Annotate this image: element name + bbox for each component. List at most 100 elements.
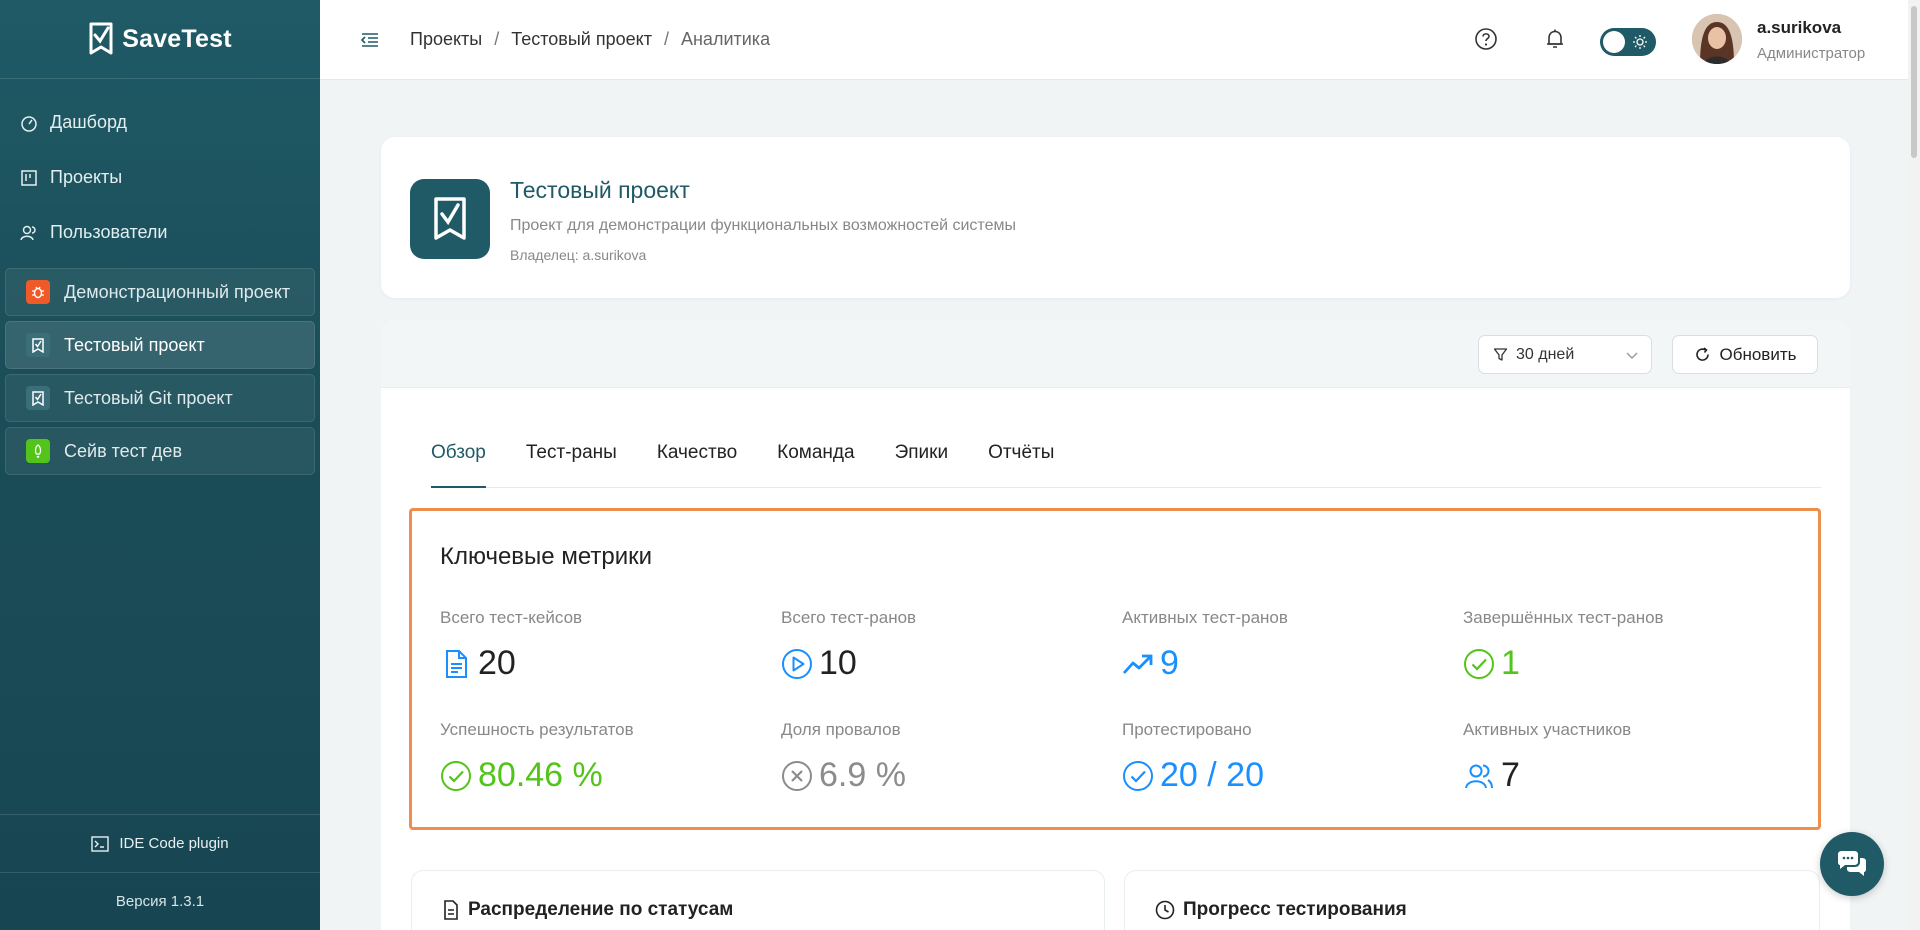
period-select[interactable]: 30 дней [1478,335,1652,374]
project-list: Демонстрационный проект Тестовый проект … [0,268,320,475]
breadcrumb: Проекты / Тестовый проект / Аналитика [410,29,770,50]
top-header: Проекты / Тестовый проект / Аналитика a.… [320,0,1920,80]
clock-icon [1155,900,1175,920]
sidebar-project-git[interactable]: Тестовый Git проект [5,374,315,422]
project-header-card: Тестовый проект Проект для демонстрации … [381,137,1850,298]
ide-plugin-link[interactable]: IDE Code plugin [0,814,320,872]
refresh-label: Обновить [1719,344,1797,364]
rocket-icon [26,439,50,463]
brand-name: SaveTest [122,24,232,53]
team-icon [1465,764,1493,788]
close-circle-icon [782,760,812,791]
metric-value: 20 / 20 [1160,756,1264,794]
sidebar-footer: IDE Code plugin Версия 1.3.1 [0,814,320,930]
savetest-project-icon [26,333,50,357]
brand-logo[interactable]: SaveTest [0,0,320,79]
tab-overview[interactable]: Обзор [431,420,486,488]
tab-quality[interactable]: Качество [657,420,737,488]
metric-value: 20 [478,644,516,682]
nav-item-users[interactable]: Пользователи [0,205,320,260]
nav-item-label: Пользователи [50,222,168,242]
user-photo-icon [1692,14,1742,64]
metric-value: 7 [1501,756,1520,794]
breadcrumb-current: Аналитика [680,29,771,49]
metric-success-rate: Успешность результатов 80.46 % [440,720,760,795]
page-scrollbar[interactable] [1908,0,1920,930]
metric-total-test-cases: Всего тест-кейсов 20 [440,608,760,683]
nav-item-label: Проекты [50,167,123,187]
chevron-down-icon [1626,352,1638,359]
metric-active-members: Активных участников 7 [1463,720,1783,795]
metric-value: 1 [1501,644,1520,682]
nav-item-dashboard[interactable]: Дашборд [0,95,320,150]
metric-value: 9 [1160,644,1179,682]
metric-label: Протестировано [1122,720,1252,739]
metric-value: 10 [819,644,857,682]
tab-test-runs[interactable]: Тест-раны [526,420,617,488]
breadcrumb-project[interactable]: Тестовый проект [511,29,652,50]
breadcrumb-projects[interactable]: Проекты [410,29,482,50]
filter-icon [1493,348,1508,361]
chat-icon [1838,851,1866,876]
card-title: Распределение по статусам [468,899,734,920]
project-label: Тестовый проект [64,334,205,355]
app-version: Версия 1.3.1 [0,872,320,930]
metric-completed-test-runs: Завершённых тест-ранов 1 [1463,608,1783,683]
metric-value: 80.46 % [478,756,603,794]
refresh-button[interactable]: Обновить [1672,335,1818,374]
key-metrics-panel: Ключевые метрики Всего тест-кейсов 20 Вс… [409,508,1821,830]
metric-label: Активных участников [1463,720,1632,739]
period-value: 30 дней [1516,345,1575,363]
metric-label: Всего тест-кейсов [440,608,583,627]
project-title: Тестовый проект [510,177,690,203]
theme-toggle[interactable] [1600,28,1656,56]
terminal-icon [91,835,110,852]
toggle-knob [1603,31,1625,53]
chat-button[interactable] [1820,832,1884,896]
nav-item-projects[interactable]: Проекты [0,150,320,205]
check-circle-icon [441,760,471,791]
user-name[interactable]: a.surikova [1757,18,1841,38]
metric-label: Всего тест-ранов [781,608,917,627]
analytics-card: 30 дней Обновить Обзор Тест-раны Качеств… [381,320,1850,930]
metric-label: Завершённых тест-ранов [1463,608,1664,627]
avatar[interactable] [1692,14,1742,64]
metric-value: 6.9 % [819,756,906,794]
card-title: Прогресс тестирования [1183,899,1407,920]
project-owner: Владелец: a.surikova [510,247,647,263]
projects-icon [21,169,37,186]
sidebar-project-demo[interactable]: Демонстрационный проект [5,268,315,316]
metric-label: Активных тест-ранов [1122,608,1288,627]
users-icon [20,225,36,240]
reload-icon [1695,347,1709,361]
analytics-toolbar: 30 дней Обновить [381,320,1850,388]
file-icon [444,900,458,920]
help-icon[interactable] [1473,26,1499,52]
project-label: Демонстрационный проект [64,281,291,302]
metric-label: Успешность результатов [440,720,634,739]
metric-label: Доля провалов [781,720,901,739]
project-logo-icon [410,179,490,259]
bug-icon [26,280,50,304]
scrollbar-thumb[interactable] [1911,6,1917,158]
project-label: Тестовый Git проект [64,387,233,408]
sidebar-project-dev[interactable]: Сейв тест дев [5,427,315,475]
tab-reports[interactable]: Отчёты [988,420,1054,488]
status-distribution-card: Распределение по статусам [411,870,1105,930]
metric-failure-rate: Доля провалов 6.9 % [781,720,1101,795]
ide-plugin-label: IDE Code plugin [119,835,229,852]
project-label: Сейв тест дев [64,440,183,461]
tab-team[interactable]: Команда [777,420,854,488]
bell-icon[interactable] [1542,26,1568,52]
sidebar-project-test[interactable]: Тестовый проект [5,321,315,369]
sun-icon [1633,35,1647,49]
play-circle-icon [782,648,812,679]
check-circle-icon [1123,760,1153,791]
menu-collapse-icon[interactable] [360,30,380,50]
check-circle-icon [1464,648,1494,679]
trend-up-icon [1122,654,1153,674]
breadcrumb-separator: / [663,29,669,49]
savetest-logo-icon [89,22,113,55]
metric-total-test-runs: Всего тест-ранов 10 [781,608,1101,683]
tab-epics[interactable]: Эпики [895,420,948,488]
